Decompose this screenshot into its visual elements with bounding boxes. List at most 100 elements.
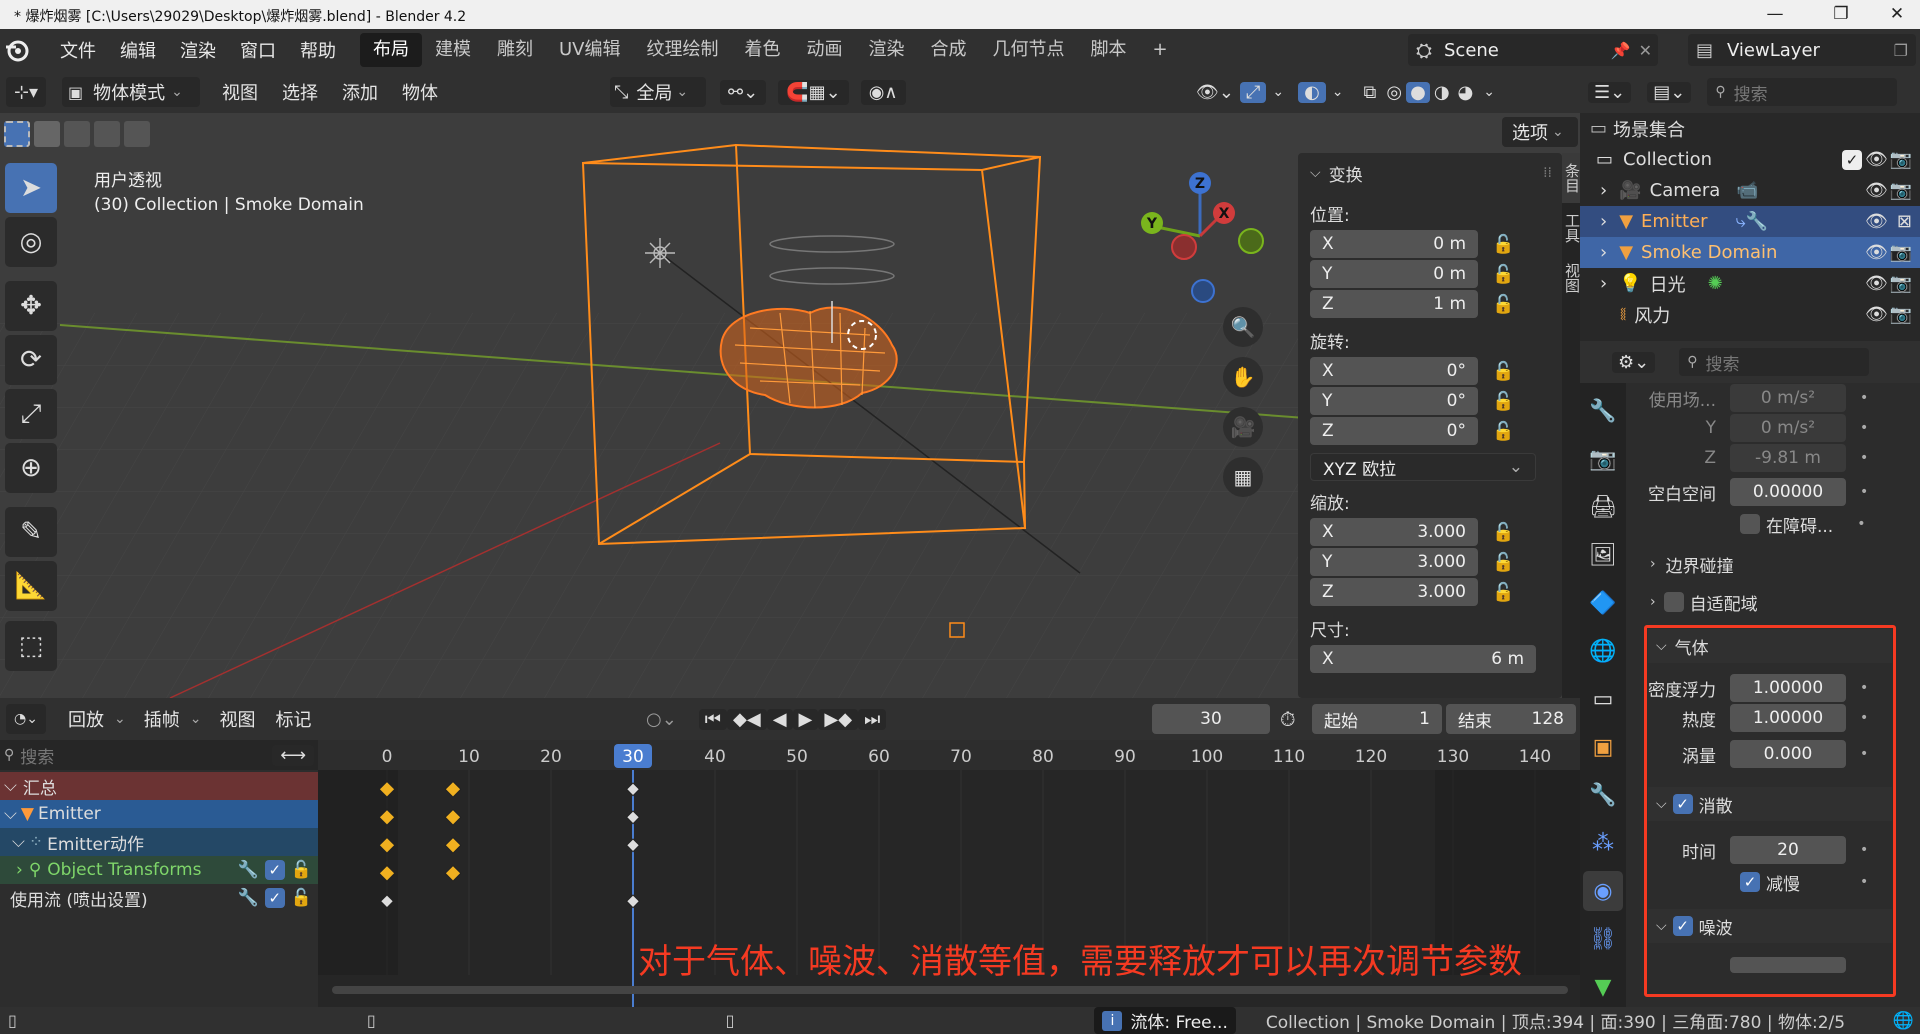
transform-orientation-selector[interactable]: ⤡ 全局 ⌄ (610, 77, 706, 107)
properties-editor-type-icon[interactable]: ⚙⌄ (1612, 351, 1656, 373)
keyframe-dot[interactable]: • (1860, 680, 1868, 696)
cursor-tool-icon[interactable]: ◎ (5, 217, 57, 267)
select-box-extend-icon[interactable] (34, 121, 60, 147)
modifier-tab-icon[interactable]: 🔧 (1583, 775, 1623, 815)
collapse-chevron-icon[interactable]: ⌵ (1656, 638, 1667, 654)
camera-render-icon[interactable]: 📷 (1890, 149, 1912, 170)
outliner-item-camera[interactable]: › 🎥 Camera 📹 👁 📷 (1580, 175, 1920, 206)
close-scene-icon[interactable]: ✕ (1639, 41, 1652, 60)
workspace-tab-shading[interactable]: 着色 (732, 33, 794, 67)
keyframe-dot[interactable]: • (1860, 710, 1868, 726)
solid-shading-icon[interactable]: ● (1406, 81, 1430, 103)
scale-x-field[interactable]: X 3.000 (1310, 518, 1478, 546)
eye-icon[interactable]: 👁 (1865, 273, 1888, 294)
menu-render[interactable]: 渲染 (168, 37, 228, 63)
workspace-tab-rendering[interactable]: 渲染 (856, 33, 918, 67)
wireframe-shading-icon[interactable]: ◎ (1382, 82, 1406, 103)
lock-icon[interactable]: 🔓 (1492, 522, 1514, 543)
tool-tab-icon[interactable]: 🔧 (1583, 391, 1623, 431)
noise-checkbox[interactable]: ✓ (1672, 916, 1693, 936)
close-button[interactable]: ✕ (1874, 0, 1920, 29)
pin-icon[interactable]: 📌 (1611, 41, 1631, 60)
dissolve-checkbox[interactable]: ✓ (1672, 794, 1693, 814)
editor-type-button[interactable]: ⊹▾ (6, 77, 46, 107)
menu-help[interactable]: 帮助 (288, 37, 348, 63)
outliner-item-collection[interactable]: ▭ Collection ✓ 👁 📷 (1580, 144, 1920, 175)
eye-icon[interactable]: 👁 (1865, 180, 1888, 201)
display-mode-icon[interactable]: ▤⌄ (1647, 81, 1692, 103)
expand-icon[interactable]: ⌵ (12, 832, 25, 852)
jump-start-icon[interactable]: ⏮ (698, 708, 727, 730)
sidebar-tab-view[interactable]: 视图 (1562, 253, 1580, 303)
camera-render-icon[interactable]: 📷 (1890, 273, 1912, 294)
eye-icon[interactable]: 👁 (1865, 304, 1888, 325)
noise-field-partial[interactable] (1730, 957, 1846, 973)
viewport-menu-view[interactable]: 视图 (210, 79, 270, 105)
expand-icon[interactable]: › (1600, 211, 1607, 232)
empty-space-field[interactable]: 0.00000 (1730, 478, 1846, 506)
constraints-tab-icon[interactable]: ⛓ (1583, 919, 1623, 959)
menu-edit[interactable]: 编辑 (108, 37, 168, 63)
workspace-tab-uv-editing[interactable]: UV编辑 (546, 33, 634, 67)
workspace-tab-animation[interactable]: 动画 (794, 33, 856, 67)
camera-view-icon[interactable]: 🎥 (1223, 407, 1263, 447)
channel-search-input[interactable]: 搜索 (20, 743, 272, 768)
camera-render-icon[interactable]: 📷 (1890, 180, 1912, 201)
lock-icon[interactable]: 🔓 (1492, 264, 1514, 285)
move-tool-icon[interactable]: ✥ (5, 281, 57, 331)
lock-icon[interactable]: 🔓 (1492, 361, 1514, 382)
scene-tab-icon[interactable]: 🔷 (1583, 583, 1623, 623)
scale-y-field[interactable]: Y 3.000 (1310, 548, 1478, 576)
world-tab-icon[interactable]: 🌐 (1583, 631, 1623, 671)
view-layer-selector[interactable]: ▤ ViewLayer ❐ (1688, 34, 1916, 66)
lock-icon[interactable]: 🔓 (1492, 294, 1514, 315)
keyframe-dot[interactable]: • (1857, 516, 1865, 532)
heat-field[interactable]: 1.00000 (1730, 704, 1846, 732)
expand-icon[interactable]: ⌵ (4, 776, 17, 796)
timeline-menu-marker[interactable]: 标记 (265, 706, 321, 732)
viewport-menu-select[interactable]: 选择 (270, 79, 330, 105)
expand-icon[interactable]: ⌵ (4, 804, 17, 824)
select-box-invert-icon[interactable] (94, 121, 120, 147)
rotation-mode-select[interactable]: XYZ 欧拉 ⌄ (1310, 453, 1536, 481)
outliner-item-sun[interactable]: › 💡 日光 ✺ 👁 📷 (1580, 268, 1920, 299)
exclude-checkbox[interactable]: ✓ (1842, 149, 1862, 170)
object-tab-icon[interactable]: ▣ (1583, 727, 1623, 767)
properties-search[interactable]: ⚲ 搜索 (1679, 348, 1870, 376)
outliner-search-input[interactable]: 搜索 (1734, 80, 1768, 105)
keyframe-dot[interactable]: • (1860, 450, 1868, 466)
render-tab-icon[interactable]: 📷 (1583, 439, 1623, 479)
timeline-menu-playback[interactable]: 回放 (58, 706, 114, 732)
outliner-item-emitter[interactable]: › ▼ Emitter ⤷🔧 👁 ⊠ (1580, 206, 1920, 237)
adaptive-domain-panel[interactable]: › 自适配域 (1626, 587, 1920, 617)
rotation-y-field[interactable]: Y 0° (1310, 387, 1478, 415)
keyframe-dot[interactable]: • (1860, 420, 1868, 436)
collapse-chevron-icon[interactable]: ⌵ (1310, 165, 1321, 181)
expand-icon[interactable]: › (1650, 556, 1656, 572)
status-info-report[interactable]: i 流体: Free... (1094, 1007, 1236, 1034)
prev-keyframe-icon[interactable]: ◆◀ (727, 708, 767, 730)
sidebar-tab-item[interactable]: 条目 (1562, 153, 1580, 203)
properties-search-input[interactable]: 搜索 (1705, 350, 1739, 375)
location-z-field[interactable]: Z 1 m (1310, 290, 1478, 318)
new-view-layer-icon[interactable]: ❐ (1894, 41, 1908, 60)
expand-icon[interactable]: › (1650, 594, 1656, 610)
snap-icon[interactable]: 🧲▦⌄ (778, 79, 849, 105)
noise-panel-header[interactable]: ⌵ ✓ 噪波 (1648, 909, 1892, 943)
modifier-wrench-icon[interactable]: 🔧 (238, 888, 259, 908)
scene-collection-row[interactable]: ▭ 场景集合 (1580, 113, 1920, 144)
material-shading-icon[interactable]: ◑ (1430, 82, 1454, 103)
physics-tab-icon[interactable]: ◉ (1583, 871, 1623, 911)
outliner-editor-type-icon[interactable]: ☰⌄ (1588, 81, 1632, 103)
minimize-button[interactable]: — (1752, 0, 1798, 29)
lock-icon[interactable]: 🔓 (291, 888, 312, 908)
select-box-new-icon[interactable] (4, 121, 30, 147)
pan-hand-icon[interactable]: ✋ (1223, 357, 1263, 397)
playhead-frame[interactable]: 30 (622, 747, 644, 767)
lock-icon[interactable]: 🔓 (1492, 421, 1514, 442)
workspace-tab-compositing[interactable]: 合成 (918, 33, 980, 67)
select-box-intersect-icon[interactable] (124, 121, 150, 147)
frame-end-field[interactable]: 结束 128 (1446, 704, 1576, 734)
channel-summary[interactable]: ⌵ 汇总 (0, 772, 318, 800)
expand-icon[interactable]: › (1600, 273, 1607, 294)
